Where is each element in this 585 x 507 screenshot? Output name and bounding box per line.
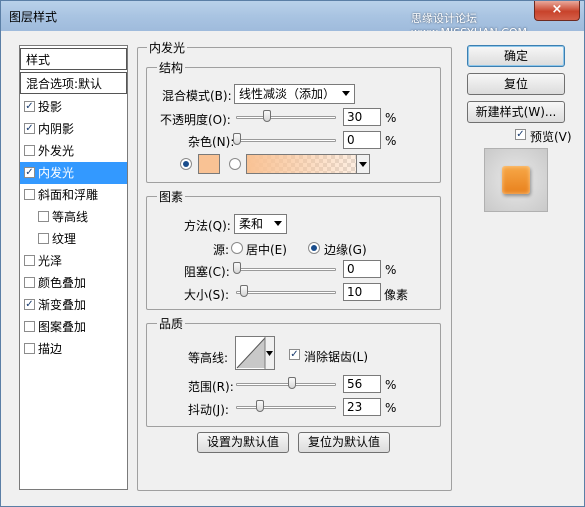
size-field[interactable]: 10 <box>343 283 381 301</box>
source-edge-label: 边缘(G) <box>324 243 367 257</box>
noise-slider-thumb[interactable] <box>233 133 241 145</box>
satin-checkbox[interactable] <box>24 255 35 266</box>
choke-slider-thumb[interactable] <box>233 262 241 274</box>
stroke-checkbox[interactable] <box>24 343 35 354</box>
noise-percent: % <box>385 134 397 148</box>
drop-shadow-checkbox[interactable] <box>24 101 35 112</box>
style-item-outer-glow[interactable]: 外发光 <box>20 140 127 162</box>
opacity-percent: % <box>385 111 397 125</box>
ok-button[interactable]: 确定 <box>467 45 565 67</box>
range-label: 范围(R): <box>188 380 234 394</box>
style-item-contour[interactable]: 等高线 <box>20 206 127 228</box>
style-item-inner-glow[interactable]: 内发光 <box>20 162 127 184</box>
jitter-slider-thumb[interactable] <box>256 400 264 412</box>
blend-mode-label: 混合模式(B): <box>162 89 232 103</box>
antialias-label: 消除锯齿(L) <box>304 350 369 364</box>
range-slider[interactable] <box>236 383 336 386</box>
inner-glow-checkbox[interactable] <box>24 167 35 178</box>
glow-color-swatch[interactable] <box>198 154 220 174</box>
range-slider-thumb[interactable] <box>288 377 296 389</box>
method-select[interactable]: 柔和 <box>234 214 287 234</box>
style-item-gradient-overlay[interactable]: 渐变叠加 <box>20 294 127 316</box>
range-field[interactable]: 56 <box>343 375 381 393</box>
close-icon: × <box>551 2 563 17</box>
window-title: 图层样式 <box>9 10 58 24</box>
style-item-stroke[interactable]: 描边 <box>20 338 127 360</box>
jitter-slider[interactable] <box>236 406 336 409</box>
preview-checkbox[interactable] <box>515 129 526 140</box>
preview-thumbnail <box>484 148 548 212</box>
new-style-button[interactable]: 新建样式(W)... <box>467 101 565 123</box>
method-label: 方法(Q): <box>184 219 231 233</box>
opacity-label: 不透明度(O): <box>160 113 231 127</box>
size-unit: 像素 <box>384 288 409 302</box>
style-item-color-overlay[interactable]: 颜色叠加 <box>20 272 127 294</box>
elements-title: 图素 <box>157 188 186 205</box>
gradient-swatch[interactable] <box>246 154 370 174</box>
make-default-button[interactable]: 设置为默认值 <box>197 432 289 453</box>
reset-button[interactable]: 复位 <box>467 73 565 95</box>
range-percent: % <box>385 378 397 392</box>
contour-linear-icon <box>236 337 274 369</box>
jitter-field[interactable]: 23 <box>343 398 381 416</box>
quality-title: 品质 <box>157 315 186 332</box>
style-item-pattern-overlay[interactable]: 图案叠加 <box>20 316 127 338</box>
style-item-satin[interactable]: 光泽 <box>20 250 127 272</box>
jitter-label: 抖动(J): <box>188 403 229 417</box>
style-item-texture[interactable]: 纹理 <box>20 228 127 250</box>
source-label: 源: <box>213 243 230 257</box>
choke-field[interactable]: 0 <box>343 260 381 278</box>
opacity-field[interactable]: 30 <box>343 108 381 126</box>
size-slider[interactable] <box>236 291 336 294</box>
source-center-label: 居中(E) <box>246 243 287 257</box>
jitter-percent: % <box>385 401 397 415</box>
style-item-drop-shadow[interactable]: 投影 <box>20 96 127 118</box>
style-item-inner-shadow[interactable]: 内阴影 <box>20 118 127 140</box>
size-label: 大小(S): <box>184 288 230 302</box>
antialias-checkbox[interactable] <box>289 349 300 360</box>
noise-label: 杂色(N): <box>188 135 235 149</box>
choke-percent: % <box>385 263 397 277</box>
noise-slider[interactable] <box>236 139 336 142</box>
preview-swatch <box>502 166 530 194</box>
choke-slider[interactable] <box>236 268 336 271</box>
blending-options-item[interactable]: 混合选项:默认 <box>20 72 127 94</box>
pattern-overlay-checkbox[interactable] <box>24 321 35 332</box>
inner-shadow-checkbox[interactable] <box>24 123 35 134</box>
chevron-down-icon <box>274 221 282 226</box>
color-overlay-checkbox[interactable] <box>24 277 35 288</box>
gradient-dropdown[interactable] <box>356 155 369 173</box>
chevron-down-icon <box>359 162 367 167</box>
opacity-slider-thumb[interactable] <box>263 110 271 122</box>
reset-default-button[interactable]: 复位为默认值 <box>298 432 390 453</box>
outer-glow-checkbox[interactable] <box>24 145 35 156</box>
title-bar[interactable]: 图层样式 思缘设计论坛 www.MISSYUAN.COM × <box>1 1 584 39</box>
structure-title: 结构 <box>157 59 186 76</box>
source-center-radio[interactable] <box>231 242 243 254</box>
layer-style-dialog: 图层样式 思缘设计论坛 www.MISSYUAN.COM × 样式 混合选项:默… <box>0 0 585 507</box>
opacity-slider[interactable] <box>236 116 336 119</box>
close-button[interactable]: × <box>534 1 580 21</box>
gradient-radio[interactable] <box>229 158 241 170</box>
bevel-emboss-checkbox[interactable] <box>24 189 35 200</box>
preview-label: 预览(V) <box>530 130 572 144</box>
noise-field[interactable]: 0 <box>343 131 381 149</box>
contour-checkbox[interactable] <box>38 211 49 222</box>
styles-header[interactable]: 样式 <box>20 48 127 70</box>
inner-glow-title: 内发光 <box>147 39 188 56</box>
size-slider-thumb[interactable] <box>240 285 248 297</box>
choke-label: 阻塞(C): <box>184 265 230 279</box>
contour-label: 等高线: <box>188 351 229 365</box>
style-item-bevel-emboss[interactable]: 斜面和浮雕 <box>20 184 127 206</box>
contour-picker[interactable] <box>235 336 275 370</box>
texture-checkbox[interactable] <box>38 233 49 244</box>
gradient-overlay-checkbox[interactable] <box>24 299 35 310</box>
dialog-body: 样式 混合选项:默认 投影 内阴影 外发光 内发光 斜面和浮雕 等高线 纹理 光… <box>7 31 578 501</box>
chevron-down-icon <box>342 91 350 96</box>
styles-list: 样式 混合选项:默认 投影 内阴影 外发光 内发光 斜面和浮雕 等高线 纹理 光… <box>19 45 128 490</box>
blend-mode-select[interactable]: 线性减淡（添加） <box>234 84 355 104</box>
source-edge-radio[interactable] <box>308 242 320 254</box>
solid-color-radio[interactable] <box>180 158 192 170</box>
